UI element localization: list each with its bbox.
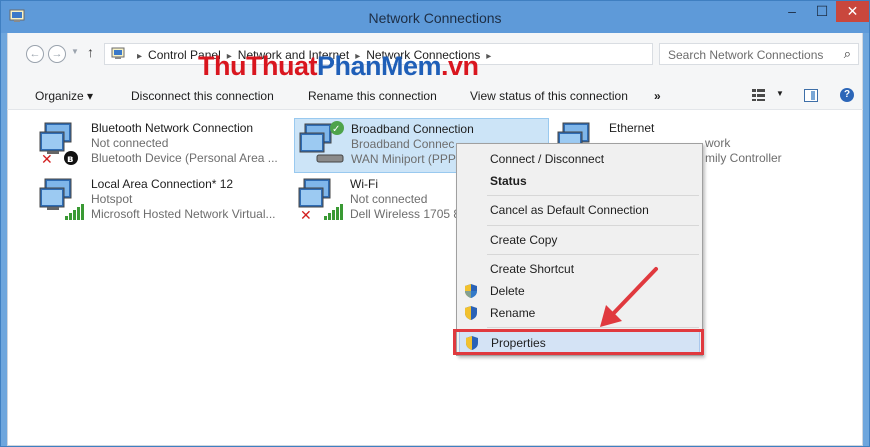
- connection-status: Not connected: [350, 192, 428, 206]
- maximize-button[interactable]: ☐: [808, 1, 836, 22]
- network-adapter-icon: [39, 178, 84, 220]
- connection-status: Hotspot: [91, 192, 133, 206]
- search-input[interactable]: Search Network Connections ⌕: [659, 43, 859, 65]
- svg-text:ʙ: ʙ: [67, 154, 73, 165]
- connection-device: Dell Wireless 1705 8: [350, 207, 461, 221]
- uac-shield-icon: [465, 284, 477, 298]
- network-adapter-icon: ✕: [298, 178, 343, 222]
- properties-highlight-box: [453, 329, 704, 355]
- connection-device: Bluetooth Device (Personal Area ...: [91, 151, 278, 165]
- svg-text:✓: ✓: [332, 124, 340, 135]
- navigation-bar: ← → ▼ ↑ ▸ Control Panel ▸ Network and Inter…: [7, 33, 863, 82]
- back-button[interactable]: ←: [26, 45, 44, 63]
- rename-button[interactable]: Rename this connection: [308, 89, 437, 103]
- forward-button[interactable]: →: [48, 45, 66, 63]
- connection-status: Not connected: [91, 136, 169, 150]
- network-connections-window: Network Connections – ☐ ✕ ← → ▼ ↑ ▸ Contr…: [0, 0, 870, 447]
- connection-name: Local Area Connection* 12: [91, 177, 234, 191]
- connection-device: WAN Miniport (PPP: [351, 152, 456, 166]
- watermark-logo: ThuThuatPhanMem.vn: [198, 51, 479, 81]
- annotation-arrow-icon: [600, 267, 658, 327]
- organize-menu[interactable]: Organize ▾: [35, 89, 93, 103]
- broadband-icon: ✓: [299, 121, 344, 163]
- connection-item-bluetooth[interactable]: ✕ ʙ Bluetooth Network Connection Not con…: [37, 120, 278, 172]
- minimize-button[interactable]: –: [778, 1, 806, 22]
- up-button[interactable]: ↑: [87, 44, 94, 60]
- svg-text:✕: ✕: [300, 208, 312, 222]
- menu-item-status[interactable]: Status: [459, 170, 700, 192]
- close-button[interactable]: ✕: [836, 1, 869, 22]
- search-icon[interactable]: ⌕: [844, 46, 851, 62]
- connection-device: mily Controller: [705, 151, 782, 165]
- title-bar[interactable]: Network Connections – ☐ ✕: [1, 1, 869, 33]
- command-bar: Organize ▾ Disconnect this connection Re…: [7, 82, 863, 110]
- connection-status: Broadband Connec: [351, 137, 455, 151]
- menu-separator: [487, 327, 699, 328]
- menu-item-connect-disconnect[interactable]: Connect / Disconnect: [459, 148, 700, 170]
- view-dropdown-chevron-icon[interactable]: ▼: [776, 89, 784, 98]
- connection-name: Bluetooth Network Connection: [91, 121, 254, 135]
- menu-separator: [487, 195, 699, 196]
- control-panel-icon: [111, 47, 125, 59]
- svg-text:✕: ✕: [41, 152, 53, 166]
- connection-device: Microsoft Hosted Network Virtual...: [91, 207, 276, 221]
- connection-name: Broadband Connection: [351, 122, 474, 136]
- menu-item-create-copy[interactable]: Create Copy: [459, 229, 700, 251]
- window-title: Network Connections: [368, 10, 502, 26]
- menu-separator: [487, 254, 699, 255]
- preview-pane-icon[interactable]: [804, 89, 818, 102]
- connection-name: Wi-Fi: [350, 177, 378, 191]
- connections-list: ✕ ʙ Bluetooth Network Connection Not con…: [7, 110, 863, 446]
- recent-locations-chevron-icon[interactable]: ▼: [71, 47, 79, 56]
- help-icon[interactable]: ?: [840, 88, 854, 102]
- connection-status: work: [705, 136, 731, 150]
- change-view-icon[interactable]: [751, 88, 775, 102]
- menu-item-cancel-default[interactable]: Cancel as Default Connection: [459, 199, 700, 221]
- search-placeholder: Search Network Connections: [668, 48, 824, 62]
- more-commands-button[interactable]: »: [654, 89, 661, 103]
- connection-name: Ethernet: [609, 121, 655, 135]
- connection-item-local-area[interactable]: Local Area Connection* 12 Hotspot Micros…: [37, 176, 276, 228]
- network-adapter-icon: ✕ ʙ: [39, 122, 78, 166]
- disconnect-button[interactable]: Disconnect this connection: [131, 89, 274, 103]
- uac-shield-icon: [465, 306, 477, 320]
- menu-separator: [487, 225, 699, 226]
- view-status-button[interactable]: View status of this connection: [470, 89, 628, 103]
